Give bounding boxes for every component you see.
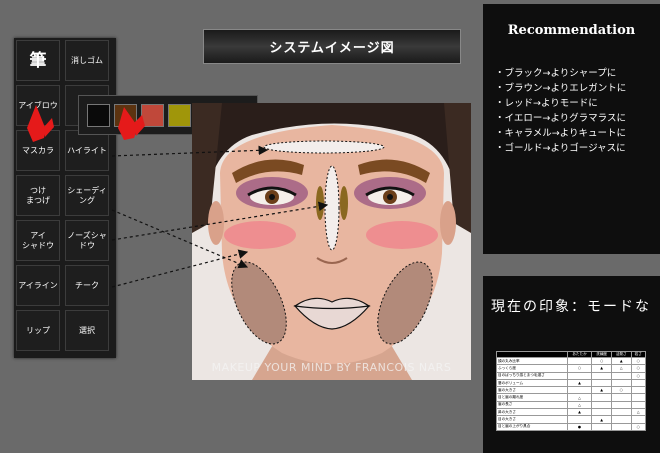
table-cell: △ <box>610 364 632 373</box>
table-cell: 目の大きさ <box>496 415 568 424</box>
table-cell <box>591 408 612 417</box>
face-preview[interactable]: MAKEUP YOUR MIND BY FRANCOIS NARS <box>192 103 471 380</box>
table-cell: ▲ <box>566 378 593 388</box>
impression-table: あたたか 洗練度 活発さ 若さ 顔の丸み比率 ○ ▲ ○ ふっくら度 ○ ▲ △ ○ 目のぱっちり感とま… <box>496 351 646 431</box>
table-cell <box>591 400 612 410</box>
table-cell: ○ <box>591 356 612 366</box>
table-cell: ○ <box>630 364 646 373</box>
table-cell <box>630 393 646 402</box>
red-arrow-icon <box>118 107 145 140</box>
table-cell <box>630 378 646 388</box>
table-cell: 唇のボリューム <box>496 378 568 388</box>
recommendation-item: ・イエロー→よりグラマラスに <box>495 113 626 124</box>
table-row: 目と眉の上がり具合 ● ○ <box>496 422 646 431</box>
recommendation-item: ・キャラメル→よりキュートに <box>495 128 626 139</box>
table-cell <box>630 415 646 424</box>
table-cell: ▲ <box>591 415 612 424</box>
table-cell: 眉の長さ <box>496 400 568 410</box>
recommendation-title: Recommendation <box>507 23 636 38</box>
table-cell <box>566 371 593 380</box>
table-cell: ▲ <box>610 356 632 366</box>
table-cell <box>610 371 632 380</box>
table-cell: 鼻の大きさ <box>496 408 568 417</box>
table-cell <box>610 415 632 424</box>
table-cell: 顔の丸み比率 <box>496 356 568 366</box>
impression-title: 現在の印象：モードな <box>491 299 651 315</box>
table-cell: △ <box>630 408 646 417</box>
table-cell: ○ <box>566 364 593 373</box>
watermark-text: MAKEUP YOUR MIND BY FRANCOIS NARS <box>211 361 452 374</box>
table-row: 鼻の大きさ ▲ △ <box>496 408 646 417</box>
recommendation-item: ・レッド→よりモードに <box>495 98 598 109</box>
table-cell: ふっくら度 <box>496 364 568 373</box>
table-cell: ○ <box>630 356 646 366</box>
table-cell: △ <box>566 393 593 402</box>
table-cell <box>610 378 632 388</box>
table-row: 目の大きさ ▲ <box>496 415 646 424</box>
table-cell <box>566 415 593 424</box>
table-cell <box>610 393 632 402</box>
table-row: 唇のボリューム ▲ <box>496 378 646 388</box>
table-cell: ▲ <box>591 364 612 373</box>
table-cell <box>591 422 612 431</box>
table-row: ふっくら度 ○ ▲ △ ○ <box>496 364 646 373</box>
recommendation-list: ・ブラック→よりシャープに ・ブラウン→よりエレガントに ・レッド→よりモードに… <box>495 66 626 156</box>
table-cell: ○ <box>630 422 646 431</box>
red-arrow-icon <box>27 105 54 142</box>
impression-panel: 現在の印象：モードな あたたか 洗練度 活発さ 若さ 顔の丸み比率 ○ ▲ ○ ふっくら度 ○ ▲… <box>483 276 660 453</box>
table-cell: ● <box>566 422 593 431</box>
table-cell <box>566 356 593 366</box>
table-cell <box>566 386 593 395</box>
recommendation-item: ・ブラック→よりシャープに <box>495 68 617 79</box>
table-cell: 目と眉の離れ度 <box>496 393 568 402</box>
table-cell: ○ <box>630 371 646 380</box>
table-cell: △ <box>566 400 593 410</box>
table-cell: ▲ <box>566 408 593 417</box>
table-row: 眉の長さ △ <box>496 400 646 410</box>
system-image-title-button[interactable]: システムイメージ図 <box>203 29 461 64</box>
table-cell: 眉の大きさ <box>496 386 568 395</box>
table-cell <box>630 400 646 410</box>
table-cell <box>591 378 612 388</box>
face-illustration <box>192 103 471 380</box>
table-cell <box>591 393 612 402</box>
table-cell <box>610 408 632 417</box>
table-row: 眉の大きさ ▲ ○ <box>496 386 646 395</box>
recommendation-item: ・ブラウン→よりエレガントに <box>495 83 627 94</box>
table-cell <box>610 422 632 431</box>
table-cell: 目と眉の上がり具合 <box>496 422 568 431</box>
table-cell: 目のぱっちり感とまつ毛濃さ <box>496 371 568 380</box>
table-cell <box>630 386 646 395</box>
table-row: 顔の丸み比率 ○ ▲ ○ <box>496 356 646 366</box>
recommendation-item: ・ゴールド→よりゴージャスに <box>495 143 626 154</box>
table-cell: ▲ <box>591 386 612 395</box>
table-cell <box>610 400 632 410</box>
table-cell <box>591 371 612 380</box>
table-cell: ○ <box>610 386 632 395</box>
table-row: 目と眉の離れ度 △ <box>496 393 646 402</box>
table-row: 目のぱっちり感とまつ毛濃さ ○ <box>496 371 646 380</box>
recommendation-panel: Recommendation ・ブラック→よりシャープに ・ブラウン→よりエレガ… <box>483 4 660 254</box>
